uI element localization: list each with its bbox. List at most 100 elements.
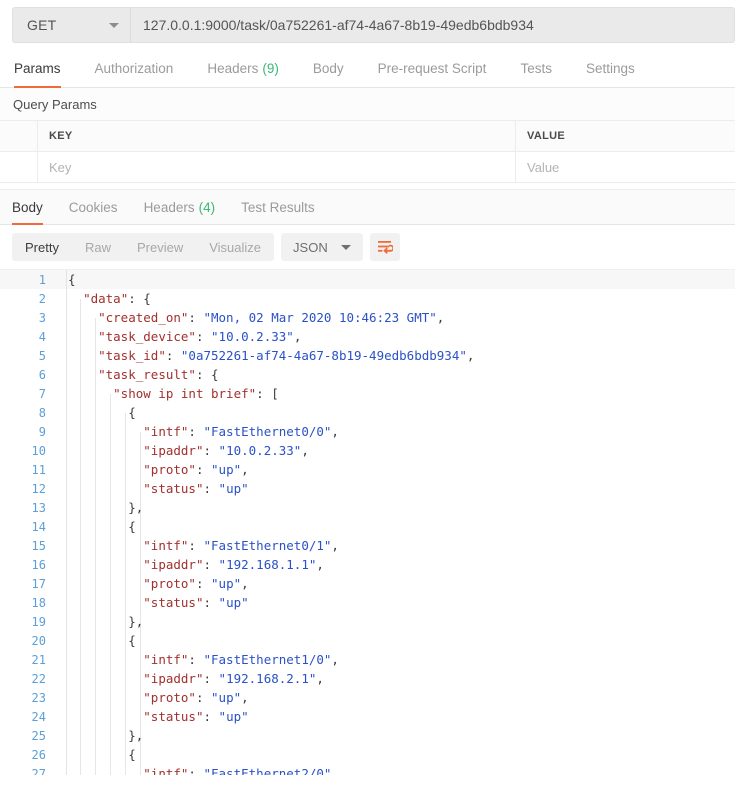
query-params-title: Query Params — [0, 88, 735, 121]
wrap-lines-icon — [377, 241, 393, 254]
format-raw[interactable]: Raw — [72, 233, 124, 261]
code-line: 21 "intf": "FastEthernet1/0", — [0, 650, 735, 669]
code-line-text: }, — [128, 614, 144, 629]
code-line-text: { — [68, 272, 76, 287]
param-key-input[interactable]: Key — [38, 152, 516, 182]
tab-label: Tests — [520, 61, 552, 76]
table-row: Key Value — [0, 152, 735, 183]
code-line: 15 "intf": "FastEthernet0/1", — [0, 536, 735, 555]
tab-label: Cookies — [68, 199, 118, 215]
line-number: 10 — [31, 443, 46, 458]
code-line-text: "created_on": "Mon, 02 Mar 2020 10:46:23… — [98, 310, 445, 325]
code-line: 18 "status": "up" — [0, 593, 735, 612]
line-number: 6 — [38, 367, 46, 382]
format-pretty[interactable]: Pretty — [12, 233, 72, 261]
line-number: 18 — [31, 595, 46, 610]
code-line: 25 }, — [0, 726, 735, 745]
line-number: 22 — [31, 671, 46, 686]
line-number: 12 — [31, 481, 46, 496]
code-line-text: { — [128, 405, 136, 420]
line-number: 4 — [38, 329, 46, 344]
code-line: 4 "task_device": "10.0.2.33", — [0, 327, 735, 346]
response-tab-body[interactable]: Body — [6, 190, 56, 225]
request-tabs: Params Authorization Headers (9) Body Pre-req… — [0, 50, 735, 88]
wrap-lines-button[interactable] — [369, 233, 400, 261]
code-line-text: { — [128, 519, 136, 534]
tab-body[interactable]: Body — [296, 50, 361, 87]
code-line-text: "task_result": { — [98, 367, 219, 382]
tab-label: Body — [312, 61, 344, 76]
code-line: 8 { — [0, 403, 735, 422]
code-line-text: "proto": "up", — [143, 690, 249, 705]
line-number: 2 — [38, 291, 46, 306]
tab-headers[interactable]: Headers (9) — [190, 50, 296, 87]
language-select[interactable]: JSON — [281, 233, 363, 261]
http-method-label: GET — [27, 17, 57, 33]
code-line: 2 "data": { — [0, 289, 735, 308]
code-line: 3 "created_on": "Mon, 02 Mar 2020 10:46:… — [0, 308, 735, 327]
http-method-select[interactable]: GET — [12, 7, 130, 43]
tab-label: Params — [14, 61, 61, 76]
line-number: 14 — [31, 519, 46, 534]
code-line: 5 "task_id": "0a752261-af74-4a67-8b19-49… — [0, 346, 735, 365]
response-tab-headers[interactable]: Headers (4) — [131, 190, 229, 224]
tab-label: Body — [12, 199, 43, 215]
column-header-value: VALUE — [527, 130, 565, 142]
table-header-row: KEY VALUE — [0, 121, 735, 152]
tab-label: Settings — [585, 61, 635, 76]
code-line-text: "ipaddr": "192.168.1.1", — [143, 557, 324, 572]
tab-params[interactable]: Params — [14, 50, 78, 88]
line-number: 25 — [31, 728, 46, 743]
tab-settings[interactable]: Settings — [569, 50, 652, 87]
format-preview[interactable]: Preview — [124, 233, 196, 261]
code-line: 9 "intf": "FastEthernet0/0", — [0, 422, 735, 441]
line-number: 23 — [31, 690, 46, 705]
code-line: 12 "status": "up" — [0, 479, 735, 498]
line-number: 1 — [38, 272, 46, 287]
code-line-text: "intf": "FastEthernet2/0", — [143, 766, 339, 775]
row-checkbox-cell[interactable] — [0, 152, 38, 182]
tab-authorization[interactable]: Authorization — [78, 50, 191, 87]
code-line-text: "intf": "FastEthernet1/0", — [143, 652, 339, 667]
tab-label: Authorization — [94, 61, 174, 76]
param-value-input[interactable]: Value — [516, 152, 735, 182]
code-lines: 1 {2 "data": {3 "created_on": "Mon, 02 Ma… — [0, 270, 735, 775]
response-body-viewer[interactable]: 1 {2 "data": {3 "created_on": "Mon, 02 Ma… — [0, 269, 735, 775]
code-line-text: "intf": "FastEthernet0/0", — [143, 424, 339, 439]
code-line: 22 "ipaddr": "192.168.2.1", — [0, 669, 735, 688]
tab-pre-request-script[interactable]: Pre-request Script — [361, 50, 504, 87]
language-label: JSON — [293, 239, 328, 255]
response-tabs: Body Cookies Headers (4) Test Results — [0, 189, 735, 225]
query-params-table: KEY VALUE Key Value — [0, 121, 735, 183]
format-visualize[interactable]: Visualize — [196, 233, 274, 261]
code-line-text: { — [128, 747, 136, 762]
code-line-text: "status": "up" — [143, 481, 249, 496]
tab-label: Test Results — [241, 199, 315, 215]
response-tab-cookies[interactable]: Cookies — [56, 190, 131, 224]
code-line: 24 "status": "up" — [0, 707, 735, 726]
code-line: 20 { — [0, 631, 735, 650]
code-line: 14 { — [0, 517, 735, 536]
gutter-separator — [66, 270, 67, 775]
line-number: 26 — [31, 747, 46, 762]
select-all-checkbox-cell[interactable] — [0, 121, 38, 151]
code-line: 23 "proto": "up", — [0, 688, 735, 707]
url-input[interactable]: 127.0.0.1:9000/task/0a752261-af74-4a67-8… — [130, 7, 735, 43]
code-line: 17 "proto": "up", — [0, 574, 735, 593]
chevron-down-icon — [109, 22, 119, 28]
line-number: 13 — [31, 500, 46, 515]
code-line: 13 }, — [0, 498, 735, 517]
chevron-down-icon — [340, 244, 351, 250]
code-line-text: "proto": "up", — [143, 462, 249, 477]
line-number: 16 — [31, 557, 46, 572]
code-line-text: "ipaddr": "192.168.2.1", — [143, 671, 324, 686]
response-tab-test-results[interactable]: Test Results — [228, 190, 328, 224]
tab-label: Pre-request Script — [377, 61, 487, 76]
code-line-text: "status": "up" — [143, 595, 249, 610]
line-number: 9 — [38, 424, 46, 439]
code-line-text: { — [128, 633, 136, 648]
code-line: 6 "task_result": { — [0, 365, 735, 384]
tab-tests[interactable]: Tests — [503, 50, 569, 87]
response-format-toolbar: Pretty Raw Preview Visualize JSON — [0, 225, 735, 269]
line-number: 27 — [31, 766, 46, 776]
